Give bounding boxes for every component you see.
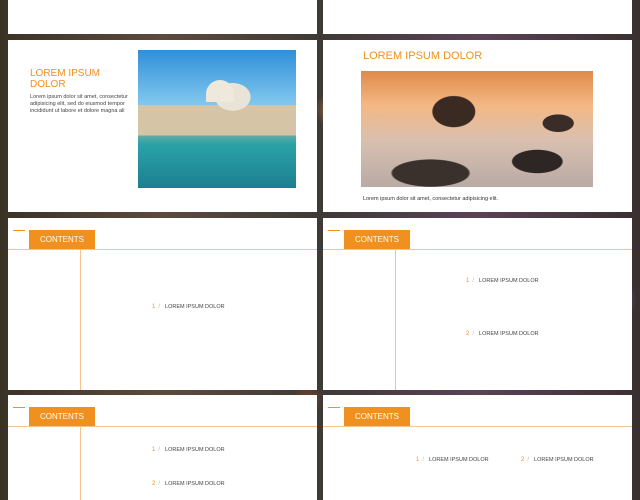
slide-thumbnail-2[interactable]: [323, 0, 632, 34]
item-label: LOREM IPSUM DOLOR: [479, 278, 539, 284]
item-number: 1: [152, 447, 156, 453]
item-label: LOREM IPSUM DOLOR: [479, 331, 539, 337]
item-number: 1: [152, 304, 156, 310]
contents-item: 1/ LOREM IPSUM DOLOR: [152, 447, 225, 453]
tab-accent-line: [328, 230, 340, 231]
tab-accent-line: [328, 407, 340, 408]
slash-divider-icon: /: [472, 331, 475, 337]
header-divider: [8, 426, 317, 427]
contents-item: 1/ LOREM IPSUM DOLOR: [416, 457, 489, 463]
contents-item: 2/ LOREM IPSUM DOLOR: [521, 457, 594, 463]
item-number: 2: [521, 457, 525, 463]
item-number: 1: [416, 457, 420, 463]
item-label: LOREM IPSUM DOLOR: [534, 457, 594, 463]
slide-thumbnail-8[interactable]: CONTENTS 1/ LOREM IPSUM DOLOR 2/ LOREM I…: [323, 395, 632, 500]
tab-accent-line: [13, 407, 25, 408]
contents-item: 1/ LOREM IPSUM DOLOR: [466, 278, 539, 284]
slide-thumbnail-6[interactable]: CONTENTS 1/ LOREM IPSUM DOLOR 2/ LOREM I…: [323, 218, 632, 390]
contents-tab: CONTENTS: [344, 407, 410, 426]
item-number: 2: [152, 481, 156, 487]
header-divider: [323, 249, 632, 250]
tab-accent-line: [13, 230, 25, 231]
slide-thumbnail-7[interactable]: CONTENTS 1/ LOREM IPSUM DOLOR 2/ LOREM I…: [8, 395, 317, 500]
contents-tab: CONTENTS: [29, 230, 95, 249]
side-divider: [395, 249, 396, 390]
item-number: 2: [466, 331, 470, 337]
slash-divider-icon: /: [422, 457, 425, 463]
header-divider: [323, 426, 632, 427]
photo-caption: Lorem ipsum dolor sit amet, consectetur …: [363, 196, 499, 202]
side-divider: [80, 249, 81, 390]
slide-heading: LOREM IPSUM DOLOR: [30, 68, 101, 90]
contents-tab: CONTENTS: [29, 407, 95, 426]
contents-item: 1/ LOREM IPSUM DOLOR: [152, 304, 225, 310]
sea-rocks-photo: [361, 71, 593, 187]
item-label: LOREM IPSUM DOLOR: [165, 481, 225, 487]
item-label: LOREM IPSUM DOLOR: [429, 457, 489, 463]
slash-divider-icon: /: [158, 447, 161, 453]
slide-thumbnail-5[interactable]: CONTENTS 1/ LOREM IPSUM DOLOR: [8, 218, 317, 390]
item-label: LOREM IPSUM DOLOR: [165, 304, 225, 310]
slide-heading: LOREM IPSUM DOLOR: [363, 50, 483, 62]
contents-item: 2/ LOREM IPSUM DOLOR: [466, 331, 539, 337]
venice-photo: [138, 50, 296, 188]
slash-divider-icon: /: [472, 278, 475, 284]
contents-item: 2/ LOREM IPSUM DOLOR: [152, 481, 225, 487]
slide-thumbnail-4[interactable]: LOREM IPSUM DOLOR Lorem ipsum dolor sit …: [323, 40, 632, 212]
header-divider: [8, 249, 317, 250]
slide-thumbnail-3[interactable]: LOREM IPSUM DOLOR Lorem ipsum dolor sit …: [8, 40, 317, 212]
slash-divider-icon: /: [527, 457, 530, 463]
slash-divider-icon: /: [158, 481, 161, 487]
slash-divider-icon: /: [158, 304, 161, 310]
slide-thumbnail-1[interactable]: [8, 0, 317, 34]
slide-body-text: Lorem ipsum dolor sit amet, consectetur …: [30, 94, 128, 114]
item-label: LOREM IPSUM DOLOR: [165, 447, 225, 453]
item-number: 1: [466, 278, 470, 284]
side-divider: [80, 426, 81, 500]
contents-tab: CONTENTS: [344, 230, 410, 249]
